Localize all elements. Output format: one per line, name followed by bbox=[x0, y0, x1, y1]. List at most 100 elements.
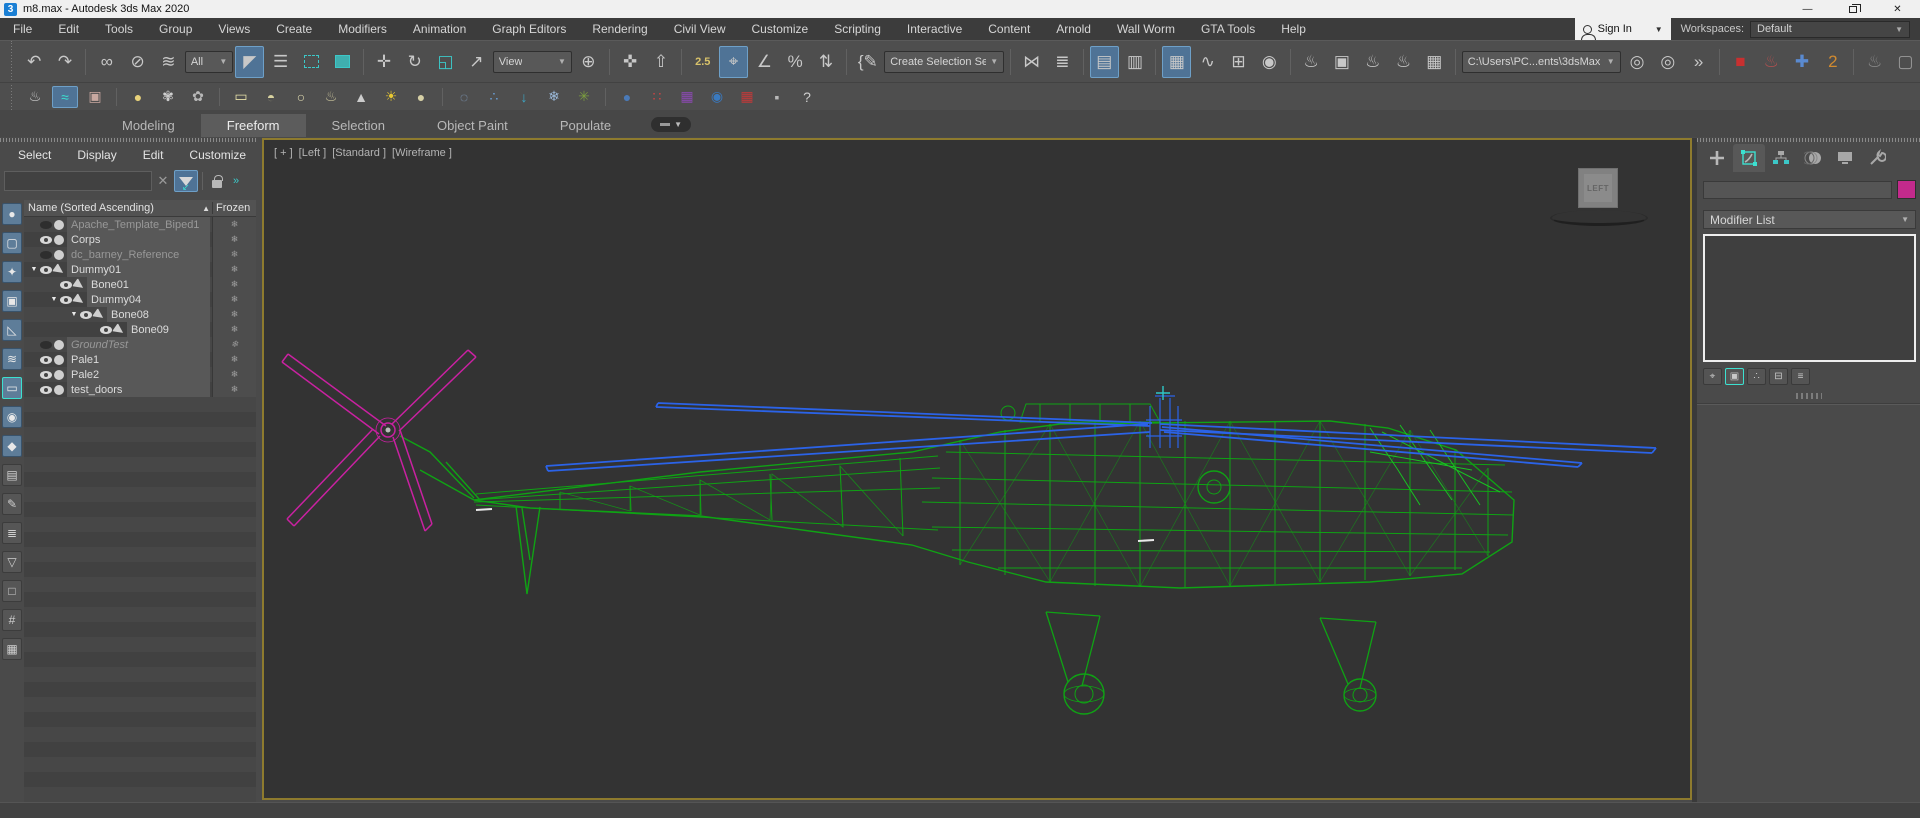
motion-tab[interactable] bbox=[1797, 144, 1829, 172]
render-production-icon[interactable]: ♨ bbox=[1358, 46, 1387, 78]
plane-icon[interactable]: ▭ bbox=[228, 86, 254, 108]
schematic-view-icon[interactable]: ⊞ bbox=[1224, 46, 1253, 78]
red-window-icon[interactable]: ▦ bbox=[734, 86, 760, 108]
select-and-link-icon[interactable]: ∞ bbox=[92, 46, 121, 78]
explorer-row-Apache_Template_Biped1[interactable]: Apache_Template_Biped1❄ bbox=[24, 217, 256, 232]
visibility-eye-icon[interactable] bbox=[80, 311, 92, 319]
configure-modifier-sets-button[interactable]: ≡ bbox=[1791, 368, 1810, 385]
rectangular-selection-region-icon[interactable] bbox=[297, 46, 326, 78]
framebuffer-icon[interactable]: ▣ bbox=[82, 86, 108, 108]
frozen-toggle-cell[interactable]: ❄ bbox=[212, 337, 256, 352]
visibility-eye-icon[interactable] bbox=[40, 386, 52, 394]
display-containers-filter-button[interactable]: ◉ bbox=[2, 406, 22, 428]
visibility-eye-icon[interactable] bbox=[40, 356, 52, 364]
menu-edit[interactable]: Edit bbox=[45, 18, 92, 40]
lock-explorer-button[interactable] bbox=[207, 171, 227, 191]
water-wave-icon[interactable]: ≈ bbox=[52, 86, 78, 108]
frozen-toggle-cell[interactable]: ❄ bbox=[212, 382, 256, 397]
viewcube-ring[interactable] bbox=[1550, 210, 1648, 226]
minimize-button[interactable]: — bbox=[1785, 0, 1830, 18]
menu-rendering[interactable]: Rendering bbox=[579, 18, 660, 40]
menu-scripting[interactable]: Scripting bbox=[821, 18, 894, 40]
workspace-dropdown[interactable]: Default ▼ bbox=[1750, 21, 1910, 38]
rain-drops-icon[interactable]: ∴ bbox=[481, 86, 507, 108]
rollout-grip[interactable] bbox=[1796, 393, 1822, 399]
window-crossing-icon[interactable] bbox=[328, 46, 357, 78]
project-folder-dropdown[interactable]: C:\Users\PC...ents\3dsMax▼ bbox=[1462, 51, 1621, 73]
select-and-scale-icon[interactable]: ◱ bbox=[431, 46, 460, 78]
sign-in-button[interactable]: Sign In ▼ bbox=[1575, 18, 1671, 40]
unlink-selection-icon[interactable]: ⊘ bbox=[123, 46, 152, 78]
explorer-row-Bone09[interactable]: Bone09❄ bbox=[24, 322, 256, 337]
explorer-search-input[interactable] bbox=[4, 171, 152, 191]
display-none-filter-button[interactable]: ● bbox=[2, 203, 22, 225]
explorer-row-Corps[interactable]: Corps❄ bbox=[24, 232, 256, 247]
ribbon-tab-populate[interactable]: Populate bbox=[534, 114, 637, 137]
explorer-row-Bone08[interactable]: ▼Bone08❄ bbox=[24, 307, 256, 322]
visibility-eye-icon[interactable] bbox=[40, 251, 52, 259]
make-unique-button[interactable]: ∴ bbox=[1747, 368, 1766, 385]
swirl-2-icon[interactable]: 2 bbox=[1818, 46, 1847, 78]
visibility-eye-icon[interactable] bbox=[100, 326, 112, 334]
teapot-tool-icon[interactable]: ♨ bbox=[22, 86, 48, 108]
use-pivot-point-center-icon[interactable]: ⊕ bbox=[574, 46, 603, 78]
redo-icon[interactable]: ↷ bbox=[51, 46, 80, 78]
sphere-icon[interactable]: ● bbox=[408, 86, 434, 108]
explorer-menu-display[interactable]: Display bbox=[77, 148, 116, 162]
object-name-cell[interactable]: Apache_Template_Biped1 bbox=[67, 217, 210, 232]
toggle-layer-explorer-icon[interactable]: ▥ bbox=[1121, 46, 1150, 78]
modify-tab[interactable] bbox=[1733, 144, 1765, 172]
named-selection-sets-dropdown[interactable]: Create Selection Se▼ bbox=[884, 51, 1004, 73]
viewport-menu-shading[interactable]: [Wireframe ] bbox=[392, 147, 452, 159]
object-name-cell[interactable]: Corps bbox=[67, 232, 210, 247]
arrow-down-icon[interactable]: ↓ bbox=[511, 86, 537, 108]
pin-stack-button[interactable]: ⌖ bbox=[1703, 368, 1722, 385]
render-setup-icon[interactable]: ♨ bbox=[1297, 46, 1326, 78]
create-tab[interactable] bbox=[1701, 144, 1733, 172]
restore-button[interactable] bbox=[1830, 0, 1875, 18]
explorer-tool-7-button[interactable]: ▦ bbox=[2, 638, 22, 660]
keyboard-shortcut-override-icon[interactable]: ⇧ bbox=[647, 46, 676, 78]
visibility-eye-icon[interactable] bbox=[40, 266, 52, 274]
expand-arrow-icon[interactable]: ▼ bbox=[68, 311, 80, 318]
explorer-tool-2-button[interactable]: ✎ bbox=[2, 493, 22, 515]
menu-views[interactable]: Views bbox=[205, 18, 263, 40]
render-iterative-icon[interactable]: ♨ bbox=[1389, 46, 1418, 78]
display-tab[interactable] bbox=[1829, 144, 1861, 172]
display-cameras-filter-button[interactable]: ▣ bbox=[2, 290, 22, 312]
explorer-tool-5-button[interactable]: □ bbox=[2, 580, 22, 602]
select-and-rotate-icon[interactable]: ↻ bbox=[400, 46, 429, 78]
menu-graph-editors[interactable]: Graph Editors bbox=[479, 18, 579, 40]
render-teapot-dim-icon[interactable]: ♨ bbox=[1860, 46, 1889, 78]
spinner-snap-toggle-icon[interactable]: ⇅ bbox=[812, 46, 841, 78]
visibility-eye-icon[interactable] bbox=[40, 371, 52, 379]
menu-gta-tools[interactable]: GTA Tools bbox=[1188, 18, 1268, 40]
add-plus-icon[interactable]: ✚ bbox=[1788, 46, 1817, 78]
help-icon[interactable]: ? bbox=[794, 86, 820, 108]
display-helpers-filter-button[interactable]: ◺ bbox=[2, 319, 22, 341]
render-teapot-red-icon[interactable]: ♨ bbox=[1757, 46, 1786, 78]
menu-wall-worm[interactable]: Wall Worm bbox=[1104, 18, 1188, 40]
explorer-row-Dummy04[interactable]: ▼Dummy04❄ bbox=[24, 292, 256, 307]
menu-help[interactable]: Help bbox=[1268, 18, 1319, 40]
blue-sphere-icon[interactable]: ● bbox=[614, 86, 640, 108]
snaps-toggle-25d-icon[interactable]: 2.5 bbox=[688, 46, 717, 78]
angle-snap-toggle-icon[interactable]: ∠ bbox=[750, 46, 779, 78]
viewcube[interactable]: LEFT bbox=[1550, 166, 1650, 230]
sun-icon[interactable]: ☀ bbox=[378, 86, 404, 108]
snowflake-icon[interactable]: ❄ bbox=[541, 86, 567, 108]
teapot-wire-icon[interactable]: ♨ bbox=[318, 86, 344, 108]
object-name-field[interactable] bbox=[1703, 181, 1892, 199]
modifier-list-dropdown[interactable]: Modifier List ▼ bbox=[1703, 210, 1916, 229]
expand-arrow-icon[interactable]: ▼ bbox=[28, 266, 40, 273]
object-name-cell[interactable]: Bone08 bbox=[107, 307, 210, 322]
hierarchy-tab[interactable] bbox=[1765, 144, 1797, 172]
explorer-row-Pale1[interactable]: Pale1❄ bbox=[24, 352, 256, 367]
spiral-icon[interactable]: ✾ bbox=[155, 86, 181, 108]
toggle-scene-explorer-icon[interactable]: ▤ bbox=[1090, 46, 1119, 78]
object-name-cell[interactable]: Bone09 bbox=[127, 322, 210, 337]
menu-animation[interactable]: Animation bbox=[400, 18, 479, 40]
frozen-toggle-cell[interactable]: ❄ bbox=[212, 352, 256, 367]
selection-lock-icon[interactable]: ◎ bbox=[1653, 46, 1682, 78]
viewport-menu-general[interactable]: [ + ] bbox=[274, 147, 293, 159]
